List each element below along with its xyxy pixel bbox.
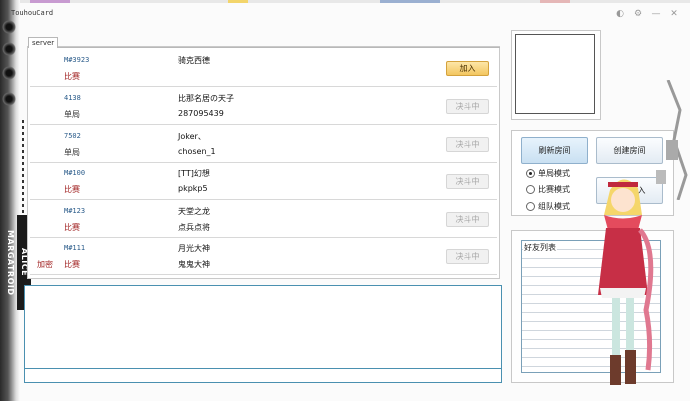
player-1-name: 天堂之龙 [178,207,210,216]
room-row[interactable]: 4138 单局 比那名居の天子 287095439 决斗中 [30,88,497,125]
left-gothic-decoration [0,0,20,401]
chat-log[interactable] [24,285,502,369]
room-mode: 比赛 [64,72,80,81]
room-row[interactable]: M#123 比赛 天堂之龙点兵点将 决斗中 [30,201,497,238]
player-1-name: [TT]幻想 [178,169,210,178]
friend-list-title: 好友列表 [523,242,557,253]
window-controls: ◐ ⚙ — ✕ [614,8,680,20]
locked-label: 加密 [37,260,53,269]
player-1-name: 骑克西德 [178,56,210,65]
fighting-button[interactable]: 决斗中 [446,99,489,114]
tab-server[interactable]: server [28,37,59,48]
player-2-name: chosen_1 [178,147,216,156]
player-1-name: Joker、 [178,132,206,141]
player-1-name: 比那名居の天子 [178,94,234,103]
join-button[interactable]: 加入 [446,61,489,76]
player-2-name: 287095439 [178,109,224,118]
room-mode: 单局 [64,148,80,157]
room-row[interactable]: 加密 M#111 比赛 月光大神鬼鬼大神 决斗中 [30,238,497,275]
fighting-button[interactable]: 决斗中 [446,137,489,152]
fighting-button[interactable]: 决斗中 [446,212,489,227]
refresh-rooms-button[interactable]: 刷新房间 [521,137,588,164]
player-2-name: 鬼鬼大神 [178,260,210,269]
mode-label: 比赛模式 [538,185,570,194]
room-row[interactable]: 7502 单局 Joker、 chosen_1 决斗中 [30,126,497,163]
top-decoration-strip [0,0,690,3]
player-1-name: 月光大神 [178,244,210,253]
alice-character-illustration [598,179,654,385]
room-id: 7502 [64,132,81,140]
radio-dot[interactable] [526,202,535,211]
chain-decoration [22,120,24,220]
radio-dot[interactable] [526,169,535,178]
mode-label: 单局模式 [538,169,570,178]
mode-label: 组队模式 [538,202,570,211]
room-id: M#123 [64,207,86,215]
fighting-button[interactable]: 决斗中 [446,249,489,264]
room-row[interactable]: M#3923 比赛 骑克西德加入 [30,50,497,87]
room-id: M#100 [64,169,86,177]
tab-underline [28,47,500,48]
close-button[interactable]: ✕ [668,8,680,20]
radio-dot[interactable] [526,185,535,194]
room-id: M#111 [64,244,86,252]
room-mode: 比赛 [64,185,80,194]
mode-radio-single[interactable]: 单局模式 [526,168,570,179]
player-2-name: pkpkp5 [178,184,208,193]
fighting-button[interactable]: 决斗中 [446,174,489,189]
player-2-name: 点兵点将 [178,223,210,232]
minimize-button[interactable]: — [650,8,662,20]
room-mode: 比赛 [64,223,80,232]
title-bar[interactable]: TouhouCard ◐ ⚙ — ✕ [3,4,690,20]
settings-icon[interactable]: ⚙ [632,8,644,20]
room-mode: 单局 [64,110,80,119]
room-mode: 比赛 [64,260,80,269]
room-id: M#3923 [64,56,90,64]
mode-radio-team[interactable]: 组队模式 [526,201,570,212]
mode-radio-match[interactable]: 比赛模式 [526,184,570,195]
chat-input[interactable] [24,368,502,383]
window-title: TouhouCard [11,9,54,17]
skin-icon[interactable]: ◐ [614,8,626,20]
room-id: 4138 [64,94,81,102]
room-row[interactable]: M#100 比赛 [TT]幻想 pkpkp5 决斗中 [30,163,497,200]
card-preview-image [515,34,595,114]
